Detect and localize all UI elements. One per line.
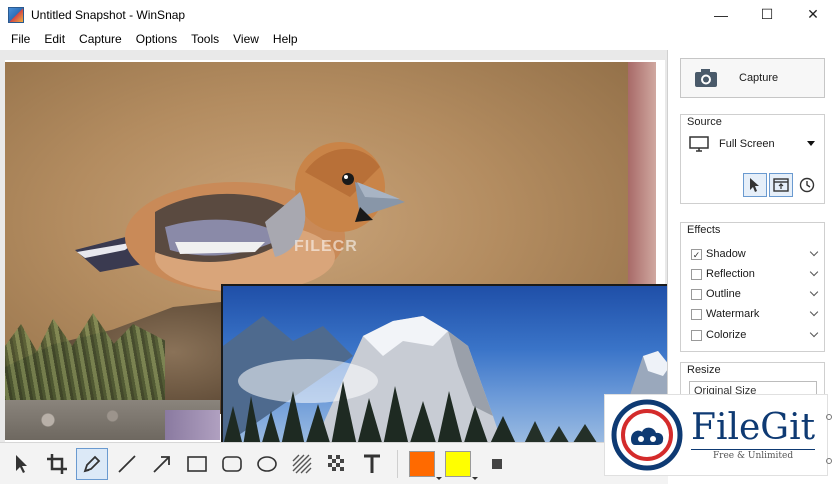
- filegit-text: FileGit Free & Unlimited: [691, 407, 816, 461]
- outline-checkbox[interactable]: [691, 288, 702, 300]
- filegit-badge: FileGit Free & Unlimited: [604, 394, 828, 476]
- line-width-selector[interactable]: [492, 458, 502, 469]
- capture-button-label: Capture: [739, 72, 779, 84]
- dropdown-arrow-icon: [807, 141, 815, 146]
- hatch-tool[interactable]: [286, 448, 318, 480]
- effect-colorize[interactable]: Colorize: [691, 327, 819, 343]
- chevron-down-icon[interactable]: [809, 307, 819, 317]
- object-capture-button[interactable]: [743, 173, 767, 197]
- arrow-icon: [153, 455, 170, 473]
- effect-outline[interactable]: Outline: [691, 286, 819, 302]
- ellipse-tool[interactable]: [251, 448, 283, 480]
- chevron-down-icon[interactable]: [809, 267, 819, 277]
- effects-group: Effects ✓ Shadow Reflection Outline Wate…: [680, 222, 825, 352]
- hatch-icon: [292, 454, 312, 473]
- menu-file[interactable]: File: [4, 29, 37, 50]
- effect-label: Colorize: [706, 329, 747, 341]
- effect-label: Reflection: [706, 268, 755, 280]
- maximize-button[interactable]: ☐: [744, 0, 790, 29]
- menu-edit[interactable]: Edit: [37, 29, 72, 50]
- checker-icon: [328, 454, 344, 471]
- drawing-toolbar: [0, 442, 668, 484]
- text-tool[interactable]: [356, 448, 388, 480]
- window-icon: [773, 178, 789, 192]
- cursor-icon: [16, 454, 27, 473]
- secondary-color-swatch[interactable]: [445, 450, 478, 480]
- title-bar: Untitled Snapshot - WinSnap — ☐ ✕: [0, 0, 836, 29]
- menu-view[interactable]: View: [226, 29, 266, 50]
- clock-icon: [799, 177, 815, 193]
- pointer-icon: [750, 178, 759, 192]
- scroll-indicator-top: [826, 414, 832, 420]
- source-title: Source: [687, 116, 722, 128]
- source-mode-buttons: [743, 173, 821, 197]
- monitor-icon: [689, 136, 709, 152]
- arrow-tool[interactable]: [146, 448, 178, 480]
- pen-tool[interactable]: [76, 447, 108, 480]
- effect-label: Watermark: [706, 308, 760, 320]
- source-value: Full Screen: [719, 138, 775, 150]
- scroll-indicator-bottom: [826, 458, 832, 464]
- rounded-rectangle-tool[interactable]: [216, 448, 248, 480]
- menu-tools[interactable]: Tools: [184, 29, 226, 50]
- menu-capture[interactable]: Capture: [72, 29, 129, 50]
- window-title: Untitled Snapshot - WinSnap: [31, 7, 186, 22]
- effect-label: Shadow: [706, 248, 746, 260]
- crop-icon: [47, 453, 67, 474]
- pen-icon: [83, 455, 101, 472]
- colorize-checkbox[interactable]: [691, 329, 702, 341]
- effect-reflection[interactable]: Reflection: [691, 266, 819, 282]
- minimize-button[interactable]: —: [698, 0, 744, 29]
- ellipse-icon: [257, 455, 277, 472]
- line-tool[interactable]: [111, 448, 143, 480]
- capture-button[interactable]: Capture: [680, 58, 825, 98]
- rectangle-icon: [187, 455, 207, 472]
- line-icon: [118, 454, 136, 473]
- primary-color-swatch[interactable]: [409, 450, 442, 480]
- window-controls: — ☐ ✕: [698, 0, 836, 29]
- effects-title: Effects: [687, 224, 721, 236]
- purple-photo-strip: [165, 410, 220, 440]
- mountain-illustration: [223, 316, 667, 442]
- effect-watermark[interactable]: Watermark: [691, 306, 819, 322]
- chevron-down-icon[interactable]: [809, 247, 819, 257]
- toolbar-separator: [397, 449, 398, 478]
- canvas-watermark: FILECR: [294, 238, 358, 255]
- chevron-down-icon[interactable]: [809, 287, 819, 297]
- effect-label: Outline: [706, 288, 741, 300]
- filegit-tagline: Free & Unlimited: [691, 449, 816, 461]
- source-dropdown[interactable]: Full Screen: [689, 133, 819, 155]
- rounded-rectangle-icon: [222, 455, 242, 472]
- menu-bar: File Edit Capture Options Tools View Hel…: [0, 29, 836, 50]
- winsnap-app-icon: [8, 6, 24, 23]
- snapshot-canvas[interactable]: FILECR: [0, 50, 668, 442]
- text-icon: [364, 454, 380, 473]
- watermark-checkbox[interactable]: [691, 308, 702, 320]
- chevron-down-icon[interactable]: [809, 328, 819, 338]
- select-tool[interactable]: [6, 448, 38, 480]
- rectangle-tool[interactable]: [181, 448, 213, 480]
- pixelate-tool[interactable]: [321, 448, 353, 480]
- menu-help[interactable]: Help: [266, 29, 305, 50]
- source-group: Source Full Screen: [680, 114, 825, 204]
- crop-tool[interactable]: [41, 448, 73, 480]
- photo-backdrop-edge: [628, 62, 656, 294]
- resize-title: Resize: [687, 364, 721, 376]
- reflection-checkbox[interactable]: [691, 268, 702, 280]
- filegit-logo: [611, 399, 683, 471]
- shadow-checkbox[interactable]: ✓: [691, 248, 702, 260]
- timer-capture-button[interactable]: [795, 173, 819, 197]
- menu-options[interactable]: Options: [129, 29, 184, 50]
- close-button[interactable]: ✕: [790, 0, 836, 29]
- effect-shadow[interactable]: ✓ Shadow: [691, 246, 819, 262]
- window-capture-button[interactable]: [769, 173, 793, 197]
- camera-icon: [695, 69, 717, 87]
- mountain-photo: [221, 284, 667, 442]
- filegit-name: FileGit: [691, 407, 816, 448]
